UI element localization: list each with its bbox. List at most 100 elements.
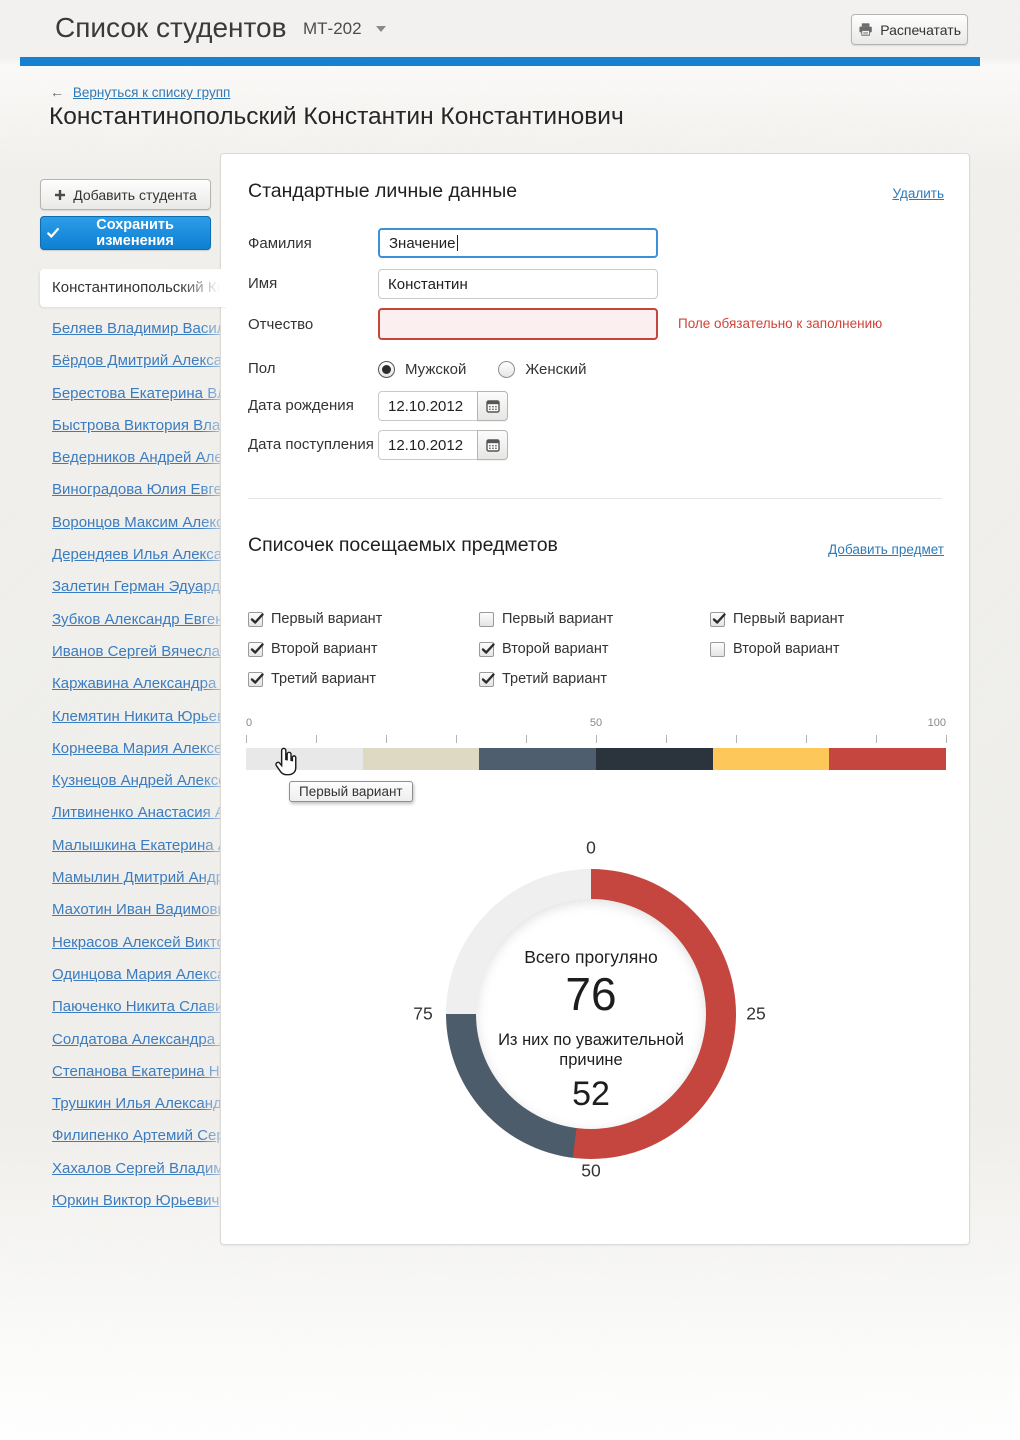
student-link[interactable]: Бёрдов Дмитрий Александрович (52, 345, 242, 377)
student-link[interactable]: Каржавина Александра Андреевна (52, 668, 242, 700)
add-subject-link[interactable]: Добавить предмет (828, 542, 944, 557)
group-selector[interactable]: МТ-202 (303, 19, 386, 39)
student-link[interactable]: Хахалов Сергей Владимирович (52, 1153, 242, 1185)
student-link[interactable]: Одинцова Мария Александровна (52, 959, 242, 991)
print-button[interactable]: Распечатать (851, 14, 968, 45)
student-link[interactable]: Берестова Екатерина Владимировна (52, 378, 242, 410)
plus-icon (54, 189, 66, 201)
firstname-label: Имя (248, 269, 277, 299)
save-changes-button[interactable]: Сохранить изменения (40, 216, 211, 250)
student-link[interactable]: Виноградова Юлия Евгеньевна (52, 474, 242, 506)
student-link[interactable]: Некрасов Алексей Викторович (52, 927, 242, 959)
gender-radio-group: Мужской Женский (378, 354, 608, 384)
patronymic-label: Отчество (248, 310, 313, 340)
student-link[interactable]: Корнеева Мария Алексеевна (52, 733, 242, 765)
student-link[interactable]: Мамылин Дмитрий Андреевич (52, 862, 242, 894)
stackbar-segment[interactable] (479, 748, 596, 770)
attendance-stackbar[interactable] (246, 748, 946, 770)
subject-checkbox-label: Второй вариант (271, 641, 377, 657)
subject-checkbox-row[interactable]: Первый вариант (479, 604, 699, 634)
student-link[interactable]: Иванов Сергей Вячеславович (52, 636, 242, 668)
subject-checkbox-label: Первый вариант (733, 611, 844, 627)
firstname-value: Константин (388, 276, 468, 293)
patronymic-input[interactable] (378, 308, 658, 340)
calendar-icon (485, 398, 501, 414)
stackbar-segment[interactable] (596, 748, 713, 770)
donut-scale-0: 0 (586, 838, 596, 859)
birthdate-calendar-button[interactable] (477, 391, 508, 421)
printer-icon (858, 22, 873, 37)
patronymic-error: Поле обязательно к заполнению (678, 316, 882, 331)
stackbar-segment[interactable] (713, 748, 830, 770)
checkbox-checked-icon[interactable] (248, 672, 263, 687)
enrolldate-value: 12.10.2012 (388, 437, 463, 454)
radio-female[interactable] (498, 361, 515, 378)
radio-male[interactable] (378, 361, 395, 378)
checkbox-checked-icon[interactable] (479, 672, 494, 687)
student-link[interactable]: Дерендяев Илья Александрович (52, 539, 242, 571)
delete-link[interactable]: Удалить (892, 186, 944, 201)
student-link[interactable]: Солдатова Александра Александровна (52, 1024, 242, 1056)
gender-label: Пол (248, 354, 276, 384)
enrolldate-label: Дата поступления (248, 430, 374, 460)
active-student-tab[interactable]: Константинопольский Константин Константи… (40, 269, 227, 307)
checkbox-checked-icon[interactable] (479, 642, 494, 657)
subject-checkbox-row[interactable]: Второй вариант (710, 634, 930, 664)
stackbar-segment[interactable] (829, 748, 946, 770)
subject-checkbox-row[interactable]: Третий вариант (248, 664, 468, 694)
axis-tick (316, 735, 317, 743)
checkbox-unchecked-icon[interactable] (710, 642, 725, 657)
text-cursor (457, 235, 458, 251)
lastname-label: Фамилия (248, 229, 312, 259)
student-link[interactable]: Кузнецов Андрей Алексеевич (52, 765, 242, 797)
radio-female-label: Женский (525, 361, 586, 378)
birthdate-input[interactable]: 12.10.2012 (378, 391, 478, 421)
personal-section-title: Стандартные личные данные (248, 180, 517, 203)
app-title: Список студентов (55, 12, 286, 44)
checkbox-checked-icon[interactable] (248, 612, 263, 627)
checkbox-checked-icon[interactable] (248, 642, 263, 657)
subject-checkbox-row[interactable]: Второй вариант (248, 634, 468, 664)
donut-center-line2: Из них по уважительной причине (486, 1030, 696, 1070)
subject-checkbox-row[interactable]: Второй вариант (479, 634, 699, 664)
student-link[interactable]: Ведерников Андрей Александрович (52, 442, 242, 474)
student-link[interactable]: Беляев Владимир Васильевич (52, 313, 242, 345)
student-link[interactable]: Залетин Герман Эдуардович (52, 571, 242, 603)
student-link[interactable]: Трушкин Илья Александрович (52, 1088, 242, 1120)
stackbar-segment[interactable] (246, 748, 363, 770)
back-arrow-icon: ← (50, 84, 64, 100)
subject-checkbox-row[interactable]: Третий вариант (479, 664, 699, 694)
student-link[interactable]: Филипенко Артемий Сергеевич (52, 1120, 242, 1152)
student-link[interactable]: Воронцов Максим Александрович (52, 507, 242, 539)
student-link[interactable]: Малышкина Екатерина Андреевна (52, 830, 242, 862)
add-student-button[interactable]: Добавить студента (40, 179, 211, 210)
stackbar-segment[interactable] (363, 748, 480, 770)
student-link[interactable]: Степанова Екатерина Николаевна (52, 1056, 242, 1088)
donut-center-text: Всего прогуляно 76 Из них по уважительно… (486, 947, 696, 1113)
print-button-label: Распечатать (880, 22, 961, 38)
subject-checkbox-row[interactable]: Первый вариант (710, 604, 930, 634)
student-link[interactable]: Литвиненко Анастасия Александровна (52, 797, 242, 829)
page-title: Константинопольский Константин Константи… (49, 103, 624, 131)
student-link[interactable]: Клемятин Никита Юрьевич (52, 701, 242, 733)
enrolldate-calendar-button[interactable] (477, 430, 508, 460)
subject-checkbox-row[interactable]: Первый вариант (248, 604, 468, 634)
checkbox-unchecked-icon[interactable] (479, 612, 494, 627)
axis-tick (456, 735, 457, 743)
axis-tick (386, 735, 387, 743)
accent-bar (20, 57, 980, 66)
student-link[interactable]: Махотин Иван Вадимович (52, 894, 242, 926)
section-divider (248, 498, 942, 499)
firstname-input[interactable]: Константин (378, 269, 658, 299)
lastname-input[interactable]: Значение (378, 228, 658, 258)
axis-tick (596, 735, 597, 743)
student-link[interactable]: Паюченко Никита Славич (52, 991, 242, 1023)
enrolldate-input[interactable]: 12.10.2012 (378, 430, 478, 460)
student-link[interactable]: Быстрова Виктория Владимировна (52, 410, 242, 442)
subject-checkbox-label: Третий вариант (502, 671, 607, 687)
back-to-groups-link[interactable]: Вернуться к списку групп (73, 85, 230, 100)
student-link[interactable]: Юркин Виктор Юрьевич (52, 1185, 242, 1217)
checkbox-checked-icon[interactable] (710, 612, 725, 627)
student-list: Беляев Владимир ВасильевичБёрдов Дмитрий… (52, 313, 242, 1217)
student-link[interactable]: Зубков Александр Евгеньевич (52, 604, 242, 636)
